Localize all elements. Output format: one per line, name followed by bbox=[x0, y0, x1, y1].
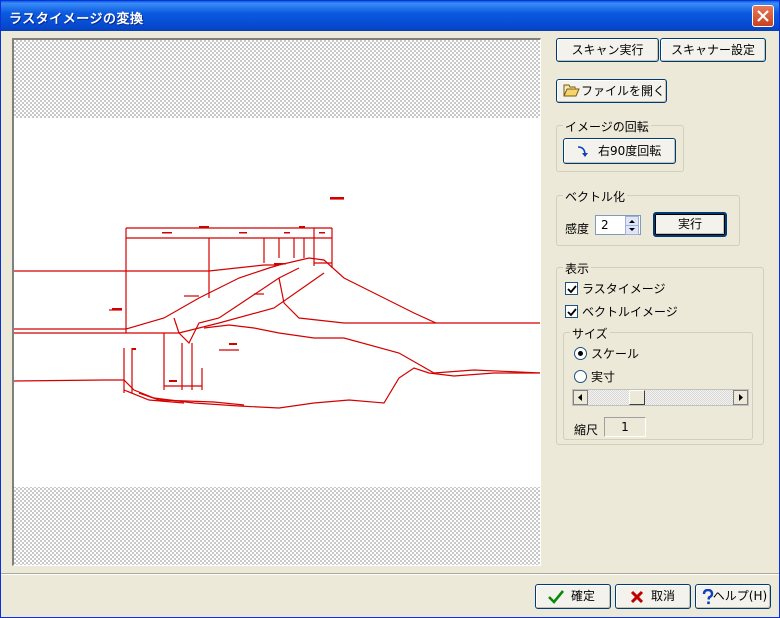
rotate-right-label: 右90度回転 bbox=[598, 144, 662, 158]
scan-run-label: スキャン実行 bbox=[571, 43, 644, 57]
raster-paper bbox=[14, 118, 540, 487]
scroll-left-button[interactable] bbox=[573, 390, 588, 405]
vectorize-run-button[interactable]: 実行 bbox=[653, 212, 727, 237]
check-icon bbox=[567, 308, 577, 317]
sensitivity-spinner[interactable]: 2 bbox=[595, 215, 641, 235]
title-bar[interactable]: ラスタイメージの変換 bbox=[1, 1, 779, 31]
preview-canvas[interactable] bbox=[12, 38, 541, 566]
vector-image-label[interactable]: ベクトルイメージ bbox=[582, 303, 678, 320]
raster-convert-dialog: ラスタイメージの変換 スキャン実行 スキャナー設定 ファイルを開く イメージの回… bbox=[0, 0, 780, 618]
window-title: ラスタイメージの変換 bbox=[9, 12, 144, 27]
sensitivity-label: 感度 bbox=[565, 222, 590, 236]
vectorize-run-label: 実行 bbox=[677, 217, 702, 231]
display-legend: 表示 bbox=[563, 260, 592, 277]
rotation-group: イメージの回転 右90度回転 bbox=[556, 118, 684, 172]
close-icon bbox=[757, 10, 769, 22]
vector-drawing bbox=[14, 197, 540, 409]
arrow-right-icon bbox=[739, 394, 743, 401]
ok-label: 確定 bbox=[570, 589, 595, 603]
scale-ratio-value-box: 1 bbox=[604, 417, 646, 437]
radio-dot bbox=[578, 351, 583, 356]
scale-radio[interactable] bbox=[574, 347, 587, 360]
rotation-legend: イメージの回転 bbox=[563, 118, 651, 135]
sensitivity-value: 2 bbox=[601, 218, 609, 232]
checkmark-icon bbox=[548, 590, 564, 604]
arrow-down-icon bbox=[629, 228, 635, 231]
scanner-settings-label: スキャナー設定 bbox=[670, 43, 755, 57]
size-group: サイズ スケール 実寸 縮尺 1 bbox=[563, 325, 753, 440]
rotate-right-button[interactable]: 右90度回転 bbox=[563, 138, 676, 164]
help-label: ヘルプ(H) bbox=[712, 589, 768, 603]
vectorize-group: ベクトル化 感度 2 実行 bbox=[556, 188, 740, 246]
close-button[interactable] bbox=[752, 5, 774, 27]
scan-run-button[interactable]: スキャン実行 bbox=[556, 38, 659, 62]
cancel-button[interactable]: 取消 bbox=[615, 584, 691, 609]
vector-image-checkbox[interactable] bbox=[565, 305, 578, 318]
check-icon bbox=[567, 285, 577, 294]
open-file-button[interactable]: ファイルを開く bbox=[556, 79, 667, 103]
display-group: 表示 ラスタイメージ ベクトルイメージ サイズ スケール 実寸 縮尺 1 bbox=[556, 260, 764, 445]
ok-button[interactable]: 確定 bbox=[535, 584, 611, 609]
rotate-arrow-icon bbox=[577, 146, 588, 157]
scale-ratio-label: 縮尺 bbox=[574, 423, 599, 437]
size-legend: サイズ bbox=[570, 325, 610, 342]
x-cross-icon bbox=[630, 590, 644, 604]
spin-down-button[interactable] bbox=[625, 225, 639, 235]
folder-open-icon bbox=[563, 84, 580, 97]
actual-size-radio[interactable] bbox=[574, 370, 587, 383]
raster-image-checkbox[interactable] bbox=[565, 282, 578, 295]
footer-separator bbox=[1, 573, 779, 575]
arrow-up-icon bbox=[629, 220, 635, 223]
actual-size-label[interactable]: 実寸 bbox=[591, 368, 615, 385]
scale-scrollbar[interactable] bbox=[572, 389, 749, 406]
open-file-label: ファイルを開く bbox=[581, 84, 666, 98]
arrow-left-icon bbox=[578, 394, 582, 401]
scanner-settings-button[interactable]: スキャナー設定 bbox=[660, 38, 766, 62]
raster-image-label[interactable]: ラスタイメージ bbox=[582, 280, 666, 297]
scroll-right-button[interactable] bbox=[733, 390, 748, 405]
help-button[interactable]: ヘルプ(H) bbox=[695, 584, 771, 609]
scroll-thumb[interactable] bbox=[629, 390, 645, 405]
cancel-label: 取消 bbox=[650, 589, 675, 603]
scale-label[interactable]: スケール bbox=[591, 345, 639, 362]
scale-ratio-value: 1 bbox=[621, 420, 629, 434]
vectorize-legend: ベクトル化 bbox=[563, 188, 628, 205]
